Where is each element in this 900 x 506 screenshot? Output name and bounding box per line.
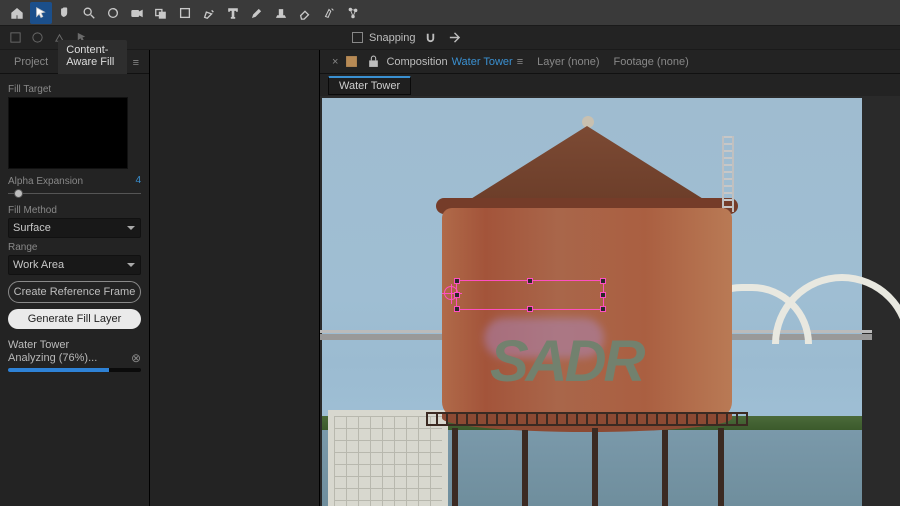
range-select[interactable]: Work Area [8,255,141,275]
selection-tool-icon[interactable] [30,2,52,24]
mask-icon [28,29,46,47]
brush-tool-icon[interactable] [246,2,268,24]
snap-options-icon[interactable] [446,29,464,47]
tool-row [0,0,900,26]
handle-mr[interactable] [600,292,606,298]
handle-bm[interactable] [527,306,533,312]
mask-selection-box[interactable] [456,280,604,310]
lock-icon[interactable] [364,53,382,71]
snapping-toggle[interactable]: Snapping [352,32,416,44]
handle-br[interactable] [600,306,606,312]
handle-tm[interactable] [527,278,533,284]
comp-subtab[interactable]: Water Tower [328,76,411,95]
alpha-expansion-slider[interactable] [8,187,141,201]
panel-menu-icon[interactable]: ≡ [129,53,143,73]
layer-marker-icon [6,29,24,47]
fill-target-preview [8,97,128,169]
viewer[interactable]: SADR [320,96,900,506]
handle-bl[interactable] [454,306,460,312]
fill-target-label: Fill Target [8,84,141,95]
analysis-status: Water Tower Analyzing (76%)... ⊗ [8,339,141,372]
pen-tool-icon[interactable] [198,2,220,24]
range-label: Range [8,242,141,253]
handle-ml[interactable] [454,292,460,298]
alpha-expansion-value[interactable]: 4 [135,175,141,186]
canvas[interactable]: SADR [322,98,862,506]
composition-area: × Composition Water Tower ≡ Layer (none)… [320,50,900,506]
create-reference-frame-button[interactable]: Create Reference Frame [8,281,141,303]
camera-tool-icon[interactable] [126,2,148,24]
status-text: Analyzing (76%)... [8,352,97,364]
pan-behind-tool-icon[interactable] [150,2,172,24]
handle-tl[interactable] [454,278,460,284]
fill-method-select[interactable]: Surface [8,218,141,238]
home-icon[interactable] [6,2,28,24]
water-tower: SADR [422,138,752,498]
orbit-tool-icon[interactable] [102,2,124,24]
eraser-tool-icon[interactable] [294,2,316,24]
tab-project[interactable]: Project [6,52,56,73]
clone-stamp-tool-icon[interactable] [270,2,292,24]
cancel-analysis-button[interactable]: ⊗ [131,351,141,365]
snapping-checkbox[interactable] [352,32,363,43]
shape-tool-icon[interactable] [174,2,196,24]
middle-column [150,50,320,506]
alpha-expansion-label: Alpha Expansion [8,176,83,187]
tab-menu-icon[interactable]: ≡ [517,56,523,68]
hand-tool-icon[interactable] [54,2,76,24]
tab-content-aware-fill[interactable]: Content-Aware Fill [58,40,126,74]
zoom-tool-icon[interactable] [78,2,100,24]
close-tab-icon[interactable]: × [332,56,338,68]
generate-fill-layer-button[interactable]: Generate Fill Layer [8,309,141,329]
roto-brush-tool-icon[interactable] [318,2,340,24]
content-aware-fill-panel: Project Content-Aware Fill ≡ Fill Target… [0,50,150,506]
comp-icon [342,53,360,71]
progress-fill [8,368,109,372]
type-tool-icon[interactable] [222,2,244,24]
snapping-label: Snapping [369,32,416,44]
viewer-tabstrip: × Composition Water Tower ≡ Layer (none)… [320,50,900,74]
composition-tab[interactable]: × Composition Water Tower ≡ [326,50,529,74]
snap-magnet-icon[interactable] [422,29,440,47]
status-comp-name: Water Tower [8,339,141,351]
composition-tab-prefix: Composition [386,56,447,68]
options-bar: Snapping [0,26,900,50]
composition-tab-name[interactable]: Water Tower [452,56,513,68]
puppet-tool-icon[interactable] [342,2,364,24]
layer-tab[interactable]: Layer (none) [531,53,605,71]
fill-method-label: Fill Method [8,205,141,216]
footage-tab[interactable]: Footage (none) [608,53,695,71]
progress-bar [8,368,141,372]
handle-tr[interactable] [600,278,606,284]
graffiti-text: SADR [490,328,642,395]
